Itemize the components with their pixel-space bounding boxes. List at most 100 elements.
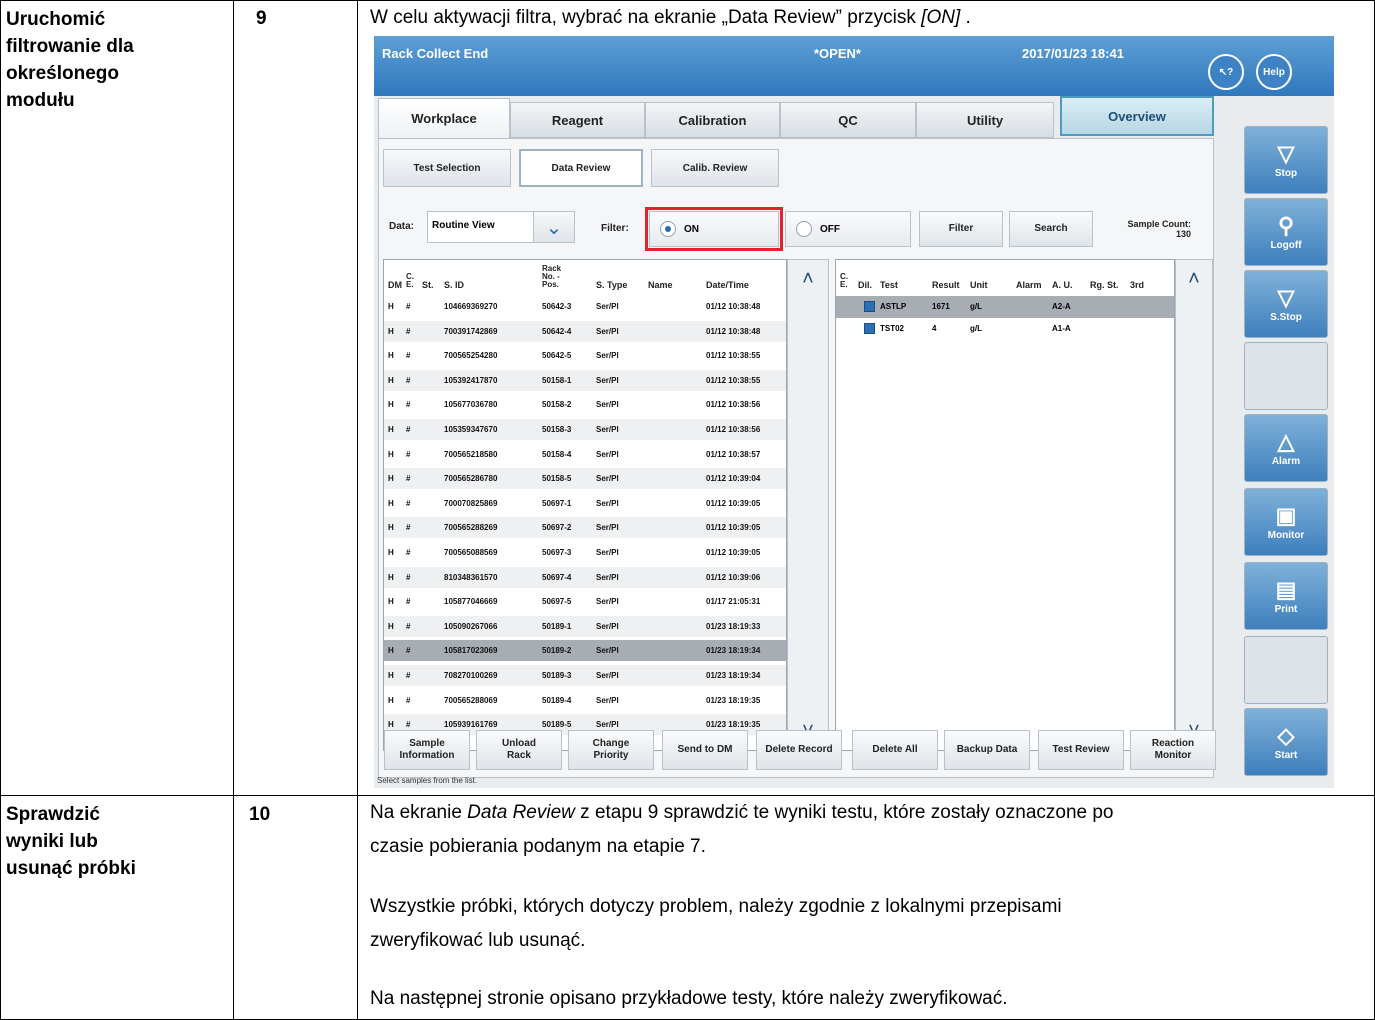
tab-qc[interactable]: QC [780, 102, 916, 138]
table-cell: 01/12 10:38:56 [706, 400, 761, 410]
table-row[interactable]: H #700565254280 50642-5 Ser/Pl 01/12 10:38:5… [384, 345, 786, 366]
table-cell: 01/23 18:19:34 [706, 671, 761, 680]
reaction-monitor-button[interactable]: Reaction Monitor [1130, 730, 1216, 770]
test-review-button[interactable]: Test Review [1038, 730, 1124, 770]
sample-information-button[interactable]: Sample Information [384, 730, 470, 770]
send-to-dm-button[interactable]: Send to DM [662, 730, 748, 770]
result-list[interactable]: C. E. Dil. Test Result Unit Alarm A. U. … [835, 259, 1175, 751]
tab-overview[interactable]: Overview [1060, 96, 1214, 136]
table-row[interactable]: H #700070825869 50697-1 Ser/Pl 01/12 10:39:0… [384, 493, 786, 514]
table-cell: 50158-2 [542, 400, 572, 410]
table-row[interactable]: H #105677036780 50158-2 Ser/Pl 01/12 10:38:5… [384, 394, 786, 415]
table-row[interactable]: H #105877046669 50697-5 Ser/Pl 01/17 21:05:3… [384, 591, 786, 612]
cursor-help-button[interactable]: ↖? [1208, 54, 1244, 90]
print-button[interactable]: ▤ Print [1244, 562, 1328, 630]
help-button[interactable]: Help [1256, 54, 1292, 90]
subtab-test-selection[interactable]: Test Selection [383, 149, 511, 187]
table-row[interactable]: H #700565286780 50158-5 Ser/Pl 01/12 10:39:0… [384, 468, 786, 490]
table-cell: 700565288269 [444, 523, 498, 533]
table-row[interactable]: H #700565088569 50697-3 Ser/Pl 01/12 10:39:0… [384, 542, 786, 563]
table-cell: Ser/Pl [596, 597, 619, 607]
table-row[interactable]: H #105359347670 50158-3 Ser/Pl 01/12 10:38:5… [384, 419, 786, 440]
alarm-button[interactable]: △ Alarm [1244, 414, 1328, 482]
chevron-down-icon[interactable]: ⌄ [533, 211, 575, 243]
unload-rack-button[interactable]: Unload Rack [476, 730, 562, 770]
table-row[interactable]: H #104669369270 50642-3 Ser/Pl 01/12 10:38:4… [384, 296, 786, 317]
col-r-alarm: Alarm [1016, 280, 1042, 290]
result-row[interactable]: TST02 4 g/L A1-A [836, 318, 1174, 340]
table-cell: H [388, 400, 394, 410]
table-cell: # [406, 671, 411, 680]
table-row[interactable]: H #105392417870 50158-1 Ser/Pl 01/12 10:38:5… [384, 369, 786, 391]
table-cell: 50642-4 [542, 326, 572, 336]
monitor-icon: ▣ [1275, 502, 1297, 528]
col-r-test: Test [880, 280, 898, 290]
scroll-up-icon[interactable]: ˄ [1176, 264, 1212, 294]
change-priority-button[interactable]: Change Priority [568, 730, 654, 770]
scroll-up-icon[interactable]: ˄ [790, 264, 826, 294]
table-cell: 50642-5 [542, 351, 572, 361]
tab-utility[interactable]: Utility [916, 102, 1054, 138]
table-cell: Ser/Pl [596, 621, 619, 631]
table-row[interactable]: H #700565288269 50697-2 Ser/Pl 01/12 10:39:0… [384, 517, 786, 539]
data-view-select[interactable]: Routine View [427, 211, 535, 243]
col-r-3rd: 3rd [1130, 280, 1145, 290]
table-cell: 01/12 10:38:55 [706, 375, 761, 385]
table-cell: Ser/Pl [596, 474, 619, 484]
tab-reagent[interactable]: Reagent [510, 102, 645, 138]
table-cell: # [406, 400, 411, 410]
table-row[interactable]: H #700391742869 50642-4 Ser/Pl 01/12 10:38:4… [384, 320, 786, 342]
table-cell: Ser/Pl [596, 302, 619, 311]
monitor-button[interactable]: ▣ Monitor [1244, 488, 1328, 556]
stop-button[interactable]: ▽ Stop [1244, 126, 1328, 194]
table-cell: Ser/Pl [596, 400, 619, 410]
table-cell: 50189-3 [542, 671, 572, 680]
result-row[interactable]: ASTLP 1671 g/L A2-A [836, 296, 1174, 318]
key-icon: ⚲ [1277, 212, 1295, 238]
table-row[interactable]: H #105090267066 50189-1 Ser/Pl 01/23 18:19:3… [384, 615, 786, 637]
table-row[interactable]: H #700565288069 50189-4 Ser/Pl 01/23 18:19:3… [384, 690, 786, 711]
col-r-ce: C. E. [840, 272, 848, 289]
subtab-data-review[interactable]: Data Review [519, 149, 643, 187]
filter-label: Filter: [601, 223, 629, 234]
table-cell: 01/12 10:39:04 [706, 474, 761, 484]
filter-off-radio[interactable]: OFF [785, 211, 911, 247]
table-cell: # [406, 646, 411, 656]
table-cell: # [406, 720, 411, 730]
col-sid: S. ID [444, 280, 465, 290]
table-cell: 01/12 10:38:48 [706, 302, 761, 311]
search-button[interactable]: Search [1009, 211, 1093, 247]
table-row[interactable]: H #700565218580 50158-4 Ser/Pl 01/12 10:38:5… [384, 444, 786, 465]
table-cell: Ser/Pl [596, 449, 619, 459]
sampling-stop-button[interactable]: ▽ S.Stop [1244, 270, 1328, 338]
table-cell: H [388, 302, 394, 311]
table-cell: 105877046669 [444, 597, 498, 607]
subtab-calib-review[interactable]: Calib. Review [651, 149, 779, 187]
start-button[interactable]: ◇ Start [1244, 708, 1328, 776]
tab-calibration[interactable]: Calibration [645, 102, 780, 138]
table-cell: # [406, 597, 411, 607]
sample-list[interactable]: DM C. E. St. S. ID Rack No. - Pos. S. Ty… [383, 259, 787, 751]
table-cell: # [406, 425, 411, 434]
delete-record-button[interactable]: Delete Record [756, 730, 842, 770]
left-scrollbar[interactable]: ˄ ˅ [787, 259, 829, 751]
table-row[interactable]: H #105817023069 50189-2 Ser/Pl 01/23 18:19:3… [384, 640, 786, 662]
table-cell: # [406, 351, 411, 361]
table-cell: 105090267066 [444, 621, 498, 631]
filter-button[interactable]: Filter [919, 211, 1003, 247]
row1-title: Uruchomić filtrowanie dla określonego mo… [6, 9, 134, 111]
delete-all-button[interactable]: Delete All [852, 730, 938, 770]
table-cell: # [406, 695, 411, 705]
table-cell: 01/23 18:19:34 [706, 646, 761, 656]
table-row[interactable]: H #810348361570 50697-4 Ser/Pl 01/12 10:39:0… [384, 566, 786, 588]
backup-data-button[interactable]: Backup Data [944, 730, 1030, 770]
logoff-button[interactable]: ⚲ Logoff [1244, 198, 1328, 266]
table-cell: # [406, 449, 411, 459]
table-cell: 700565088569 [444, 548, 498, 557]
right-scrollbar[interactable]: ˄ ˅ [1175, 259, 1213, 751]
table-cell: # [406, 572, 411, 582]
table-cell: # [406, 302, 411, 311]
table-row[interactable]: H #708270100269 50189-3 Ser/Pl 01/23 18:19:3… [384, 665, 786, 686]
tab-workplace[interactable]: Workplace [378, 98, 510, 138]
table-cell: 01/23 18:19:35 [706, 695, 761, 705]
